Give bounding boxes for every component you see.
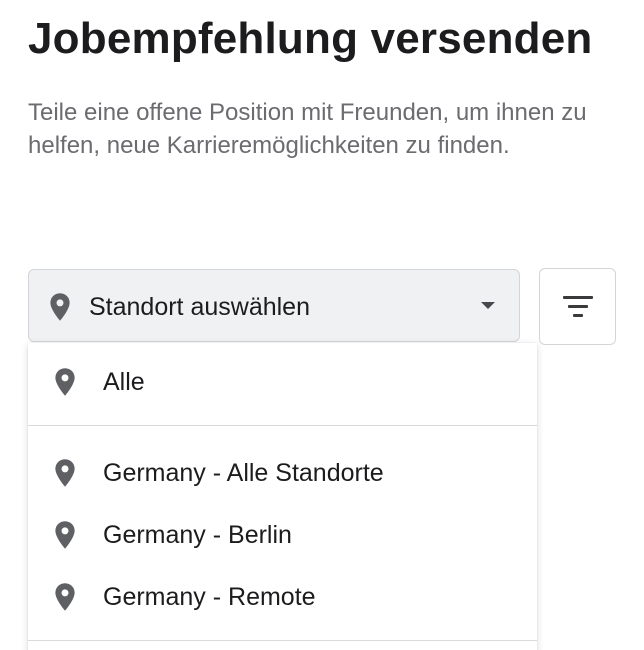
dropdown-divider <box>28 640 537 641</box>
location-pin-icon <box>55 583 75 611</box>
job-referral-page: Jobempfehlung versenden Teile eine offen… <box>0 0 644 650</box>
filter-icon <box>563 296 593 317</box>
dropdown-divider <box>28 425 537 426</box>
location-select[interactable]: Standort auswählen <box>28 269 520 342</box>
location-option-germany-berlin[interactable]: Germany - Berlin <box>28 508 537 564</box>
page-title: Jobempfehlung versenden <box>28 14 593 63</box>
location-option-label: Germany - Alle Standorte <box>103 459 384 487</box>
chevron-down-icon <box>481 302 495 309</box>
location-pin-icon <box>55 459 75 487</box>
location-pin-icon <box>55 521 75 549</box>
location-option-all[interactable]: Alle <box>28 355 537 411</box>
location-option-label: Germany - Berlin <box>103 521 292 549</box>
location-pin-icon <box>50 293 70 321</box>
location-option-germany-all[interactable]: Germany - Alle Standorte <box>28 446 537 502</box>
location-option-label: Germany - Remote <box>103 583 316 611</box>
filter-button[interactable] <box>539 268 616 345</box>
location-option-label: Alle <box>103 368 145 396</box>
page-subtitle: Teile eine offene Position mit Freunden,… <box>28 99 587 159</box>
location-select-label: Standort auswählen <box>89 293 310 321</box>
location-option-germany-remote[interactable]: Germany - Remote <box>28 570 537 626</box>
location-dropdown: Alle Germany - Alle Standorte Germany - … <box>28 343 537 650</box>
location-pin-icon <box>55 368 75 396</box>
